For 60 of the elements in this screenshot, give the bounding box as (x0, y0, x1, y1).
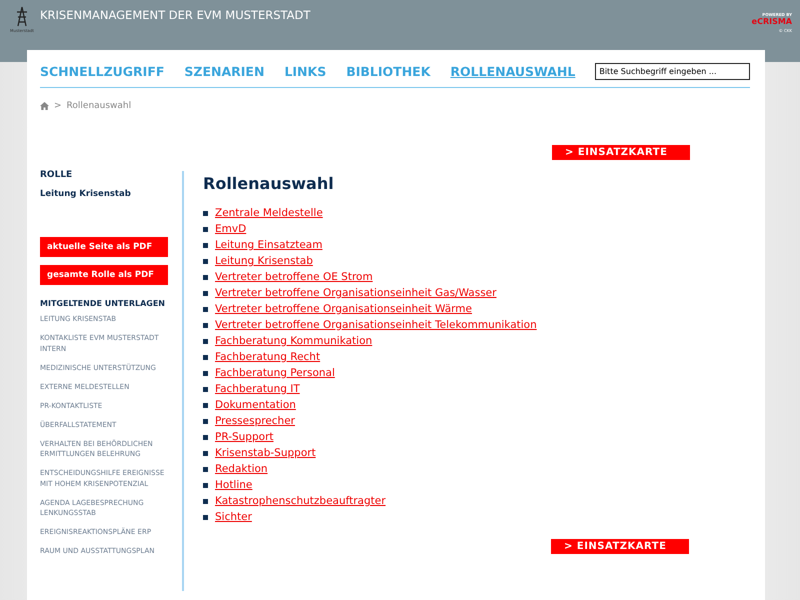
bullet-icon (203, 258, 208, 264)
role-link[interactable]: Fachberatung Personal (215, 367, 335, 379)
home-icon[interactable] (40, 102, 49, 110)
role-link[interactable]: PR-Support (215, 431, 274, 443)
role-link[interactable]: Hotline (215, 479, 252, 491)
role-link[interactable]: Zentrale Meldestelle (215, 207, 323, 219)
bullet-icon (203, 466, 208, 472)
bullet-icon (203, 322, 208, 328)
einsatzkarte-button[interactable]: > EINSATZKARTE (552, 145, 690, 160)
role-link[interactable]: Leitung Krisenstab (215, 255, 313, 267)
bullet-icon (203, 418, 208, 424)
role-link[interactable]: Vertreter betroffene Organisationseinheit Gas/Wasser (215, 287, 496, 299)
bullet-icon (203, 386, 208, 392)
role-link[interactable]: Vertreter betroffene OE Strom (215, 271, 373, 283)
bullet-icon (203, 306, 208, 312)
app-title: KRISENMANAGEMENT DER EVM MUSTERSTADT (40, 8, 312, 22)
role-name: Leitung Krisenstab (40, 189, 132, 199)
documents-heading: MITGELTENDE UNTERLAGEN (40, 299, 166, 308)
nav-tab[interactable]: LINKS (284, 64, 326, 79)
nav-tab[interactable]: SZENARIEN (184, 64, 264, 79)
role-link[interactable]: Pressesprecher (215, 415, 295, 427)
bullet-icon (203, 226, 208, 232)
role-link[interactable]: Dokumentation (215, 399, 296, 411)
bullet-icon (203, 210, 208, 216)
page-heading: Rollenauswahl (203, 174, 335, 193)
bullet-icon (203, 450, 208, 456)
role-link[interactable]: Vertreter betroffene Organisationseinheit Telekommunikation (215, 319, 537, 331)
bullet-icon (203, 514, 208, 520)
search-field[interactable]: Bitte Suchbegriff eingeben ... (595, 63, 750, 80)
role-link[interactable]: Fachberatung IT (215, 383, 300, 395)
bullet-icon (203, 402, 208, 408)
bullet-icon (203, 370, 208, 376)
role-link[interactable]: Redaktion (215, 463, 268, 475)
role-link[interactable]: Vertreter betroffene Organisationseinheit Wärme (215, 303, 472, 315)
pdf-button[interactable]: gesamte Rolle als PDF (40, 265, 168, 285)
bullet-icon (203, 274, 208, 280)
einsatzkarte-button[interactable]: > EINSATZKARTE (551, 539, 689, 554)
brand-name: eCRISMA (752, 17, 792, 26)
role-link[interactable]: EmvD (215, 223, 246, 235)
nav-tab[interactable]: BIBLIOTHEK (346, 64, 430, 79)
breadcrumb-item: Rollenauswahl (66, 101, 132, 111)
role-link[interactable]: Leitung Einsatzteam (215, 239, 322, 251)
role-link[interactable]: Fachberatung Kommunikation (215, 335, 372, 347)
bullet-icon (203, 482, 208, 488)
role-link[interactable]: Krisenstab-Support (215, 447, 316, 459)
role-heading: ROLLE (40, 170, 74, 180)
bullet-icon (203, 338, 208, 344)
breadcrumb-separator: > (54, 101, 62, 111)
role-link[interactable]: Sichter (215, 511, 252, 523)
bullet-icon (203, 290, 208, 296)
role-link[interactable]: Fachberatung Recht (215, 351, 320, 363)
bullet-icon (203, 354, 208, 360)
pdf-button[interactable]: aktuelle Seite als PDF (40, 237, 168, 257)
nav-tab[interactable]: SCHNELLZUGRIFF (40, 64, 164, 79)
role-link[interactable]: Katastrophenschutzbeauftragter (215, 495, 386, 507)
bullet-icon (203, 498, 208, 504)
logo-icon (15, 6, 29, 28)
nav-tab[interactable]: ROLLENAUSWAHL (450, 64, 576, 79)
bullet-icon (203, 242, 208, 248)
bullet-icon (203, 434, 208, 440)
